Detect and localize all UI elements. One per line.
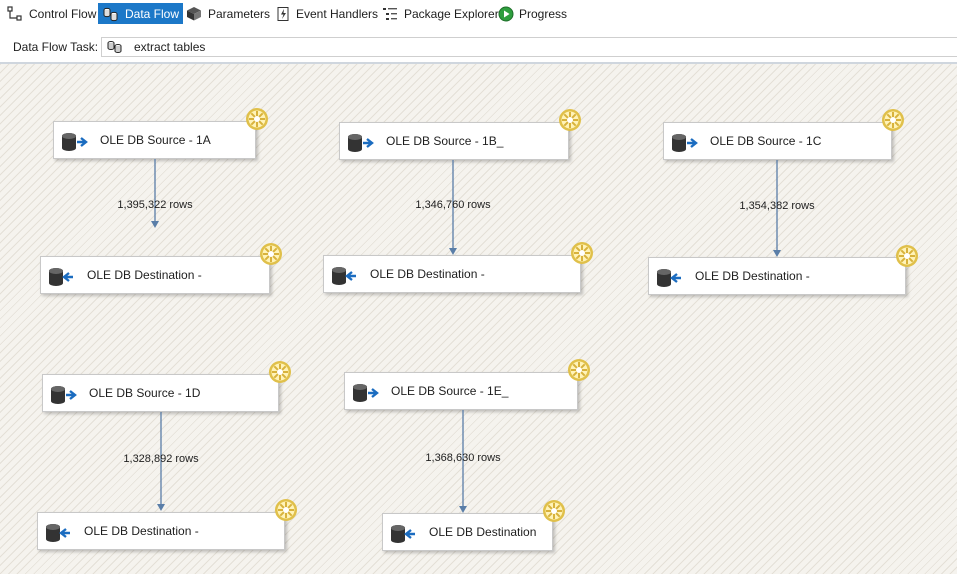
tab-label: Event Handlers <box>296 6 379 21</box>
destination-label: OLE DB Destination - <box>370 267 485 281</box>
ole-db-source-node[interactable]: OLE DB Source - 1E_ <box>344 372 578 410</box>
source-label: OLE DB Source - 1C <box>710 134 822 148</box>
destination-label: OLE DB Destination <box>429 525 537 539</box>
ole-db-destination-node[interactable]: OLE DB Destination - <box>37 512 285 550</box>
ole-db-destination-icon <box>657 269 681 287</box>
task-value: extract tables <box>134 40 206 54</box>
tab-parameters[interactable]: Parameters <box>181 3 274 24</box>
ole-db-destination-icon <box>49 268 73 286</box>
tab-progress[interactable]: Progress <box>494 3 571 24</box>
row-count-label: 1,354,382 rows <box>739 200 815 212</box>
ole-db-source-icon <box>62 133 88 151</box>
gear-icon <box>543 500 565 522</box>
task-label: Data Flow Task: <box>13 40 99 54</box>
event-handlers-icon <box>277 6 289 21</box>
gear-icon <box>246 108 268 130</box>
row-count-label: 1,395,322 rows <box>117 199 193 211</box>
destination-label: OLE DB Destination - <box>84 524 199 538</box>
gear-icon <box>882 109 904 131</box>
destination-label: OLE DB Destination - <box>695 269 810 283</box>
ole-db-destination-node[interactable]: OLE DB Destination <box>382 513 553 551</box>
gear-icon <box>275 499 297 521</box>
gear-icon <box>896 245 918 267</box>
source-label: OLE DB Source - 1B_ <box>386 134 504 148</box>
package-explorer-icon <box>383 7 397 20</box>
data-flow-icon <box>103 7 118 21</box>
ole-db-source-node[interactable]: OLE DB Source - 1B_ <box>339 122 569 160</box>
ole-db-source-node[interactable]: OLE DB Source - 1C <box>663 122 892 160</box>
row-count-label: 1,368,630 rows <box>425 452 501 464</box>
row-count-label: 1,346,760 rows <box>415 199 491 211</box>
tab-label: Data Flow <box>125 6 180 21</box>
data-path-arrow[interactable] <box>150 159 160 229</box>
tab-package-explorer[interactable]: Package Explorer <box>377 3 503 24</box>
ole-db-source-icon <box>672 134 698 152</box>
gear-icon <box>559 109 581 131</box>
ole-db-source-icon <box>353 384 379 402</box>
ole-db-destination-node[interactable]: OLE DB Destination - <box>323 255 581 293</box>
ole-db-destination-node[interactable]: OLE DB Destination - <box>40 256 270 294</box>
data-flow-icon <box>107 41 122 53</box>
gear-icon <box>269 361 291 383</box>
ole-db-destination-icon <box>391 525 415 543</box>
ole-db-destination-icon <box>46 524 70 542</box>
ole-db-destination-node[interactable]: OLE DB Destination - <box>648 257 906 295</box>
tab-label: Progress <box>519 6 568 21</box>
ole-db-destination-icon <box>332 267 356 285</box>
tab-label: Control Flow <box>29 6 97 21</box>
source-label: OLE DB Source - 1A <box>100 133 211 147</box>
source-label: OLE DB Source - 1E_ <box>391 384 509 398</box>
destination-label: OLE DB Destination - <box>87 268 202 282</box>
gear-icon <box>571 242 593 264</box>
tab-label: Parameters <box>208 6 271 21</box>
ole-db-source-icon <box>51 386 77 404</box>
ole-db-source-icon <box>348 134 374 152</box>
tab-event-handlers[interactable]: Event Handlers <box>271 3 382 24</box>
designer-tab-bar: Control Flow Data Flow Parameters Event … <box>0 0 957 27</box>
ole-db-source-node[interactable]: OLE DB Source - 1A <box>53 121 256 159</box>
gear-icon <box>568 359 590 381</box>
tab-data-flow[interactable]: Data Flow <box>98 3 184 24</box>
tab-label: Package Explorer <box>404 6 499 21</box>
row-count-label: 1,328,892 rows <box>123 453 199 465</box>
gear-icon <box>260 243 282 265</box>
ole-db-source-node[interactable]: OLE DB Source - 1D <box>42 374 279 412</box>
parameters-icon <box>187 6 201 20</box>
control-flow-icon <box>7 5 22 21</box>
progress-icon <box>498 6 514 21</box>
source-label: OLE DB Source - 1D <box>89 386 201 400</box>
task-selector[interactable]: extract tables <box>101 37 957 57</box>
tab-control-flow[interactable]: Control Flow <box>2 3 100 24</box>
